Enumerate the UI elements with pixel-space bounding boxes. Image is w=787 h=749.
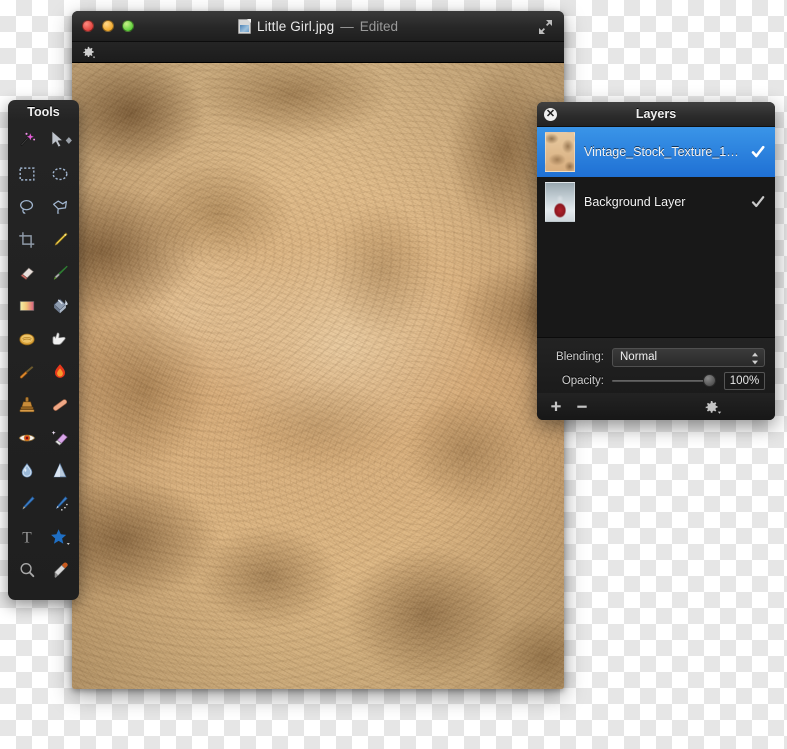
red-eye-tool[interactable] [10, 421, 44, 454]
desktop-background: Little Girl.jpg — Edited Tools T ✕ Layer… [0, 0, 787, 749]
tools-palette-title: Tools [27, 105, 60, 119]
gradient-tool[interactable] [10, 289, 44, 322]
burn-tool[interactable] [44, 355, 78, 388]
blur-brush-tool[interactable] [10, 355, 44, 388]
window-title-separator: — [340, 19, 354, 34]
layer-name-label: Vintage_Stock_Texture_1_b... [584, 145, 742, 159]
close-window-button[interactable] [82, 20, 94, 32]
blending-row: Blending: Normal [547, 345, 765, 369]
opacity-slider-knob[interactable] [703, 374, 716, 387]
lasso-tool[interactable] [10, 190, 44, 223]
shape-tool[interactable] [44, 520, 78, 553]
opacity-slider-track [612, 380, 716, 382]
window-titlebar[interactable]: Little Girl.jpg — Edited [72, 11, 564, 42]
image-canvas[interactable] [72, 63, 564, 689]
vector-pen-tool[interactable] [44, 487, 78, 520]
bandage-tool[interactable] [44, 388, 78, 421]
vintage-paper-texture-thumbnail[interactable] [545, 132, 575, 172]
plus-icon[interactable] [549, 400, 563, 414]
eyedropper-tool[interactable] [44, 553, 78, 586]
document-window: Little Girl.jpg — Edited [72, 11, 564, 689]
layers-panel-titlebar[interactable]: ✕ Layers [537, 102, 775, 127]
layers-panel-footer [537, 393, 775, 420]
paint-bucket-tool[interactable] [44, 289, 78, 322]
minimize-window-button[interactable] [102, 20, 114, 32]
pencil-tool[interactable] [44, 223, 78, 256]
layer-list[interactable]: Vintage_Stock_Texture_1_b... Background … [537, 127, 775, 337]
layer-visibility-checkbox[interactable] [751, 145, 765, 159]
smudge-tool[interactable] [44, 322, 78, 355]
jpeg-document-icon [237, 19, 251, 34]
zoom-window-button[interactable] [122, 20, 134, 32]
fullscreen-arrows-icon[interactable] [538, 20, 553, 34]
layer-row-background[interactable]: Background Layer [537, 177, 775, 227]
opacity-label: Opacity: [561, 375, 604, 387]
window-title-group: Little Girl.jpg — Edited [72, 11, 564, 42]
magic-wand-tool[interactable] [10, 124, 44, 157]
polygon-lasso-tool[interactable] [44, 190, 78, 223]
gear-dropdown-icon[interactable] [82, 46, 96, 59]
paper-vignette-overlay [72, 63, 564, 689]
layers-panel: ✕ Layers Vintage_Stock_Texture_1_b... Ba… [537, 102, 775, 420]
blending-mode-value: Normal [620, 350, 658, 363]
eraser-tool[interactable] [10, 256, 44, 289]
text-tool[interactable]: T [10, 520, 44, 553]
layer-row-vintage-texture[interactable]: Vintage_Stock_Texture_1_b... [537, 127, 775, 177]
blending-mode-select[interactable]: Normal [612, 347, 765, 367]
clone-tool[interactable] [10, 322, 44, 355]
stepper-up-down-icon[interactable] [751, 352, 759, 365]
rectangular-select-tool[interactable] [10, 157, 44, 190]
rubber-stamp-tool[interactable] [10, 388, 44, 421]
opacity-value-field[interactable]: 100% [724, 372, 765, 390]
water-drop-tool[interactable] [10, 454, 44, 487]
gear-dropdown-icon[interactable] [705, 400, 722, 414]
draw-pen-tool[interactable] [10, 487, 44, 520]
move-tool[interactable] [44, 124, 78, 157]
crop-tool[interactable] [10, 223, 44, 256]
background-eraser-tool[interactable] [44, 421, 78, 454]
elliptical-select-tool[interactable] [44, 157, 78, 190]
window-title-filename: Little Girl.jpg [256, 19, 335, 34]
paintbrush-tool[interactable] [44, 256, 78, 289]
window-title-status: Edited [359, 19, 399, 34]
close-x-icon[interactable]: ✕ [544, 108, 557, 121]
tools-grid: T [8, 124, 79, 586]
svg-text:T: T [22, 529, 32, 546]
opacity-slider[interactable] [612, 374, 716, 388]
layers-panel-title: Layers [635, 107, 677, 121]
zoom-tool[interactable] [10, 553, 44, 586]
opacity-row: Opacity: 100% [547, 369, 765, 393]
blending-label: Blending: [556, 351, 604, 363]
layer-visibility-checkbox[interactable] [751, 195, 765, 209]
snowy-photo-thumbnail[interactable] [545, 182, 575, 222]
minus-icon[interactable] [575, 400, 589, 414]
tools-palette: Tools T [8, 100, 79, 600]
window-toolstrip [72, 42, 564, 63]
layer-controls: Blending: Normal Opacity: 100% [537, 337, 775, 393]
layer-name-label: Background Layer [584, 195, 686, 209]
sharpen-cone-tool[interactable] [44, 454, 78, 487]
traffic-light-group [82, 20, 134, 32]
